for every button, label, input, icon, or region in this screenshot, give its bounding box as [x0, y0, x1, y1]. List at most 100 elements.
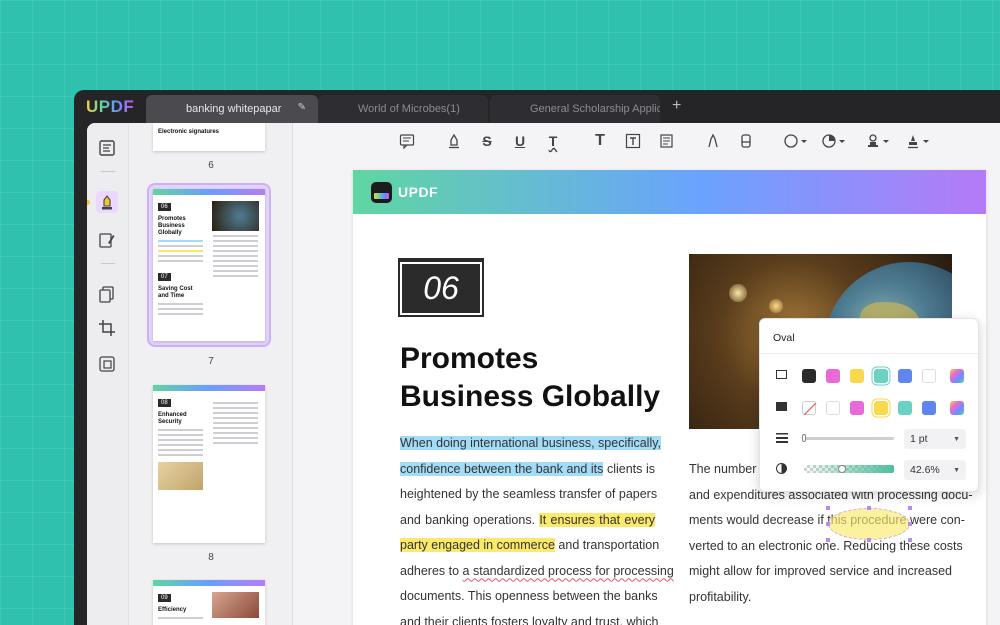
resize-handle[interactable]: [826, 538, 830, 542]
color-swatch[interactable]: [850, 369, 864, 383]
annotation-toolbar: S U T T: [293, 123, 1000, 159]
edit-pdf-icon[interactable]: [96, 229, 118, 251]
color-swatch[interactable]: [922, 401, 936, 415]
active-indicator: [87, 200, 90, 205]
page-header-logo-text: UPDF: [398, 184, 439, 200]
thumb-title: Promotes Business Globally: [158, 216, 186, 236]
thumb-title: Saving Cost and Time: [158, 286, 193, 299]
stroke-color-icon: [776, 370, 787, 382]
thumb-page-number: 8: [208, 552, 214, 563]
comment-highlighter-icon[interactable]: [96, 191, 118, 213]
color-swatch[interactable]: [826, 401, 840, 415]
thumb-badge: 09: [158, 594, 171, 602]
crop-icon[interactable]: [96, 317, 118, 339]
thumbnail-page-6[interactable]: Electronic signatures: [153, 123, 265, 151]
line-thickness-icon: [776, 433, 788, 446]
text-icon[interactable]: T: [591, 132, 609, 150]
thickness-select[interactable]: 1 pt ▼: [904, 429, 966, 449]
thumb-title: Efficiency: [158, 607, 187, 613]
eraser-icon[interactable]: [737, 132, 755, 150]
color-swatch[interactable]: [950, 369, 964, 383]
reader-icon[interactable]: [96, 137, 118, 159]
updf-logo: UPDF: [86, 97, 135, 116]
thumb-page-number: 6: [208, 160, 214, 171]
resize-handle[interactable]: [908, 506, 912, 510]
squiggly-text[interactable]: a standardized process for processing: [463, 564, 674, 578]
color-swatch[interactable]: [950, 401, 964, 415]
shape-fill-dropdown-icon[interactable]: [821, 132, 847, 150]
popup-title: Oval: [773, 332, 795, 344]
sidebar-divider: [101, 171, 115, 172]
thumb-image: [212, 592, 259, 618]
resize-handle[interactable]: [867, 506, 871, 510]
text-callout-icon[interactable]: [657, 132, 675, 150]
tab-world-of-microbes[interactable]: World of Microbes(1): [318, 95, 488, 123]
highlighted-text[interactable]: confidence between the bank and its: [400, 461, 604, 476]
shape-dropdown-icon[interactable]: [783, 132, 809, 150]
resize-handle[interactable]: [826, 522, 830, 526]
thumb-globe-image: [212, 201, 259, 231]
sticky-note-icon[interactable]: [398, 132, 416, 150]
left-sidebar: [87, 123, 129, 625]
oval-annotation[interactable]: [828, 508, 910, 540]
color-swatch[interactable]: [898, 369, 912, 383]
color-swatch[interactable]: [826, 369, 840, 383]
thickness-slider[interactable]: [802, 434, 894, 442]
page-title: Promotes Business Globally: [400, 342, 661, 413]
opacity-slider-knob[interactable]: [838, 465, 847, 473]
fill-color-icon: [776, 402, 787, 414]
stamp-dropdown-icon[interactable]: [865, 132, 891, 150]
section-number: 06: [400, 260, 482, 315]
highlight-icon[interactable]: [445, 132, 463, 150]
text-box-icon[interactable]: [624, 132, 642, 150]
highlighted-text[interactable]: When doing international business, speci…: [400, 436, 662, 450]
strikethrough-icon[interactable]: S: [478, 132, 496, 150]
color-swatch[interactable]: [850, 401, 864, 415]
resize-handle[interactable]: [908, 522, 912, 526]
color-swatch[interactable]: [874, 369, 888, 383]
thumbnail-page-9[interactable]: 09 Efficiency: [153, 580, 265, 625]
thickness-slider-knob[interactable]: [802, 434, 806, 442]
signature-dropdown-icon[interactable]: [905, 132, 931, 150]
organize-pages-icon[interactable]: [96, 283, 118, 305]
page-tools-icon[interactable]: [96, 353, 118, 375]
opacity-select[interactable]: 42.6% ▼: [904, 460, 966, 480]
resize-handle[interactable]: [826, 506, 830, 510]
thumb-page-number: 7: [208, 356, 214, 367]
resize-handle[interactable]: [867, 538, 871, 542]
thumb-badge: 07: [158, 273, 171, 281]
color-swatch[interactable]: [802, 369, 816, 383]
thumbnail-panel: Electronic signatures 6 06 Promotes Busi…: [129, 123, 293, 625]
tab-label: General Scholarship Applic: [530, 103, 660, 115]
thumb-badge: 08: [158, 399, 171, 407]
oval-properties-popup: Oval 1 pt ▼ 42.6% ▼: [759, 318, 979, 492]
opacity-icon: [776, 463, 787, 477]
thumbnail-page-8[interactable]: 08 Enhanced Security: [153, 385, 265, 543]
tab-general-scholarship[interactable]: General Scholarship Applic: [490, 95, 660, 123]
new-tab-plus-icon[interactable]: +: [672, 97, 681, 115]
color-swatch[interactable]: [874, 401, 888, 415]
sidebar-divider: [101, 263, 115, 264]
thumb-title: Enhanced Security: [158, 412, 187, 425]
color-swatch[interactable]: [898, 401, 912, 415]
thumb-image: [158, 462, 203, 490]
updf-logo-icon: [371, 182, 392, 203]
highlighted-text[interactable]: party engaged in commerce: [400, 538, 555, 552]
thumb-title: Electronic signatures: [158, 129, 220, 135]
thumb-badge: 06: [158, 203, 171, 211]
page-header-banner: UPDF: [353, 170, 986, 214]
rename-pen-icon[interactable]: ✎: [298, 102, 306, 113]
underline-icon[interactable]: U: [511, 132, 529, 150]
left-column-text: When doing international business, speci…: [400, 436, 674, 625]
tab-label: World of Microbes(1): [358, 103, 460, 115]
tab-banking-whitepapar[interactable]: banking whitepapar ✎: [146, 95, 318, 123]
resize-handle[interactable]: [908, 538, 912, 542]
highlighted-text[interactable]: It ensures that every: [539, 512, 655, 527]
opacity-slider[interactable]: [804, 465, 894, 473]
squiggly-icon[interactable]: T: [544, 132, 562, 150]
pencil-icon[interactable]: [704, 132, 722, 150]
color-swatch[interactable]: [802, 401, 817, 416]
tab-label: banking whitepapar: [186, 103, 282, 115]
color-swatch[interactable]: [922, 369, 936, 383]
thumbnail-page-7[interactable]: 06 Promotes Business Globally 07 Saving …: [153, 189, 265, 341]
